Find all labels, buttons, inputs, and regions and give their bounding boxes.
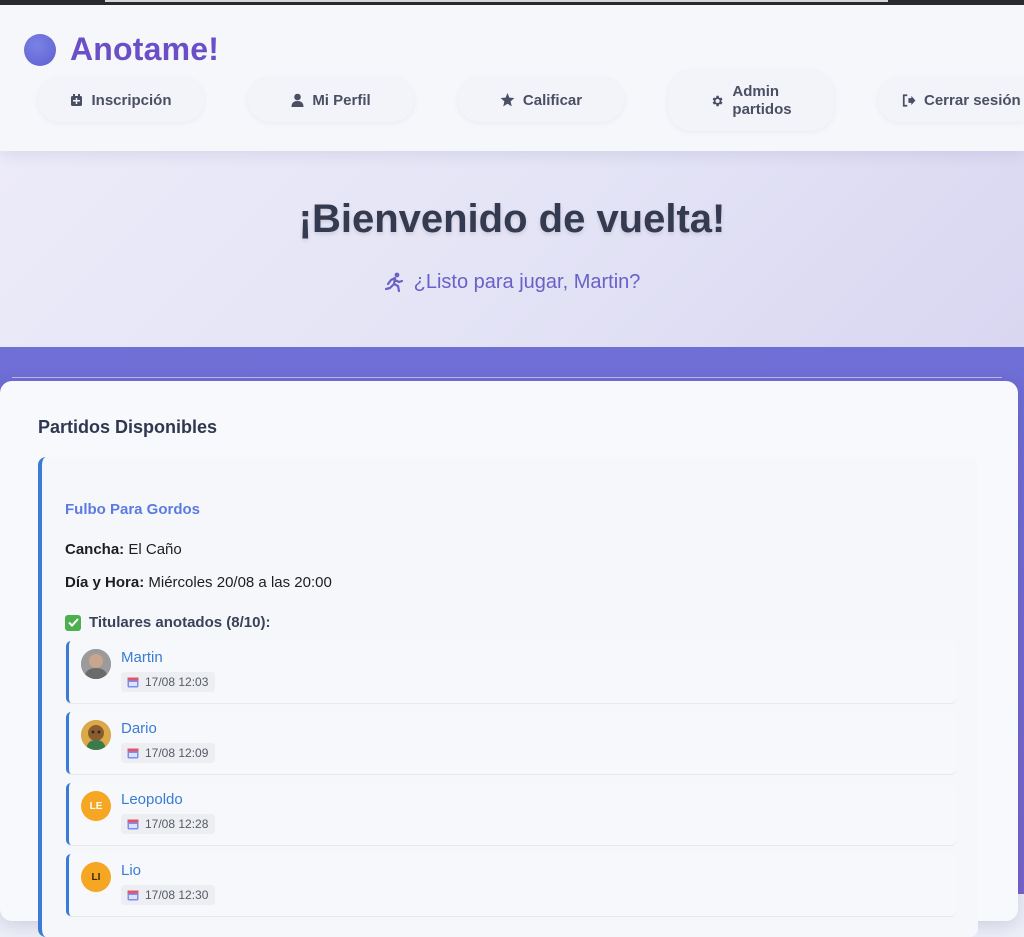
datetime-value: Miércoles 20/08 a las 20:00 bbox=[148, 574, 332, 591]
calendar-icon bbox=[71, 94, 83, 106]
user-icon bbox=[291, 93, 304, 107]
match-cancha: Cancha: El Caño bbox=[65, 541, 182, 558]
cancha-label: Cancha: bbox=[65, 541, 125, 558]
calendar-icon bbox=[127, 819, 139, 830]
star-icon bbox=[500, 93, 515, 107]
player-signup-date: 17/08 12:28 bbox=[121, 814, 216, 834]
titulares-heading: Titulares anotados (8/10): bbox=[65, 614, 270, 631]
player-name[interactable]: Dario bbox=[121, 720, 157, 737]
gear-icon bbox=[713, 95, 723, 107]
matches-panel: Partidos Disponibles Fulbo Para Gordos C… bbox=[0, 381, 1018, 937]
cancha-value: El Caño bbox=[128, 541, 182, 558]
nav-inscripcion-button[interactable]: Inscripción bbox=[38, 78, 204, 122]
player-signup-date: 17/08 12:09 bbox=[121, 743, 216, 763]
player-name[interactable]: Lio bbox=[121, 862, 141, 879]
nav-calificar-label: Calificar bbox=[522, 91, 583, 109]
running-person-icon bbox=[384, 272, 403, 292]
logout-icon bbox=[902, 93, 916, 107]
player-row[interactable]: LE Leopoldo 17/08 12:28 bbox=[66, 783, 956, 845]
app-name: Anotame! bbox=[70, 31, 220, 67]
player-row[interactable]: LI Lio 17/08 12:30 bbox=[66, 854, 956, 916]
match-card[interactable]: Fulbo Para Gordos Cancha: El Caño Día y … bbox=[38, 457, 978, 937]
player-row[interactable]: Dario 17/08 12:09 bbox=[66, 712, 956, 774]
player-signup-date: 17/08 12:03 bbox=[121, 672, 216, 692]
titulares-label: Titulares anotados (8/10): bbox=[89, 614, 271, 631]
nav-cerrar-sesion-label: Cerrar sesión bbox=[924, 91, 1021, 109]
nav-admin-line1: Admin bbox=[732, 83, 780, 100]
welcome-title: ¡Bienvenido de vuelta! bbox=[298, 197, 726, 241]
datetime-label: Día y Hora: bbox=[65, 574, 145, 591]
nav-admin-partidos-button[interactable]: Admin partidos bbox=[668, 71, 834, 131]
avatar-initials-text: LI bbox=[91, 871, 101, 883]
calendar-icon bbox=[127, 677, 139, 688]
app-header: Anotame! Inscripción Mi Perfil Calificar… bbox=[0, 5, 1024, 151]
player-name[interactable]: Martin bbox=[121, 649, 163, 666]
player-date-text: 17/08 12:28 bbox=[145, 817, 209, 831]
welcome-subtitle: ¿Listo para jugar, Martin? bbox=[0, 271, 1024, 294]
nav-mi-perfil-label: Mi Perfil bbox=[312, 91, 371, 109]
check-icon bbox=[65, 614, 81, 631]
avatar-initials: LE bbox=[81, 791, 111, 821]
divider-line bbox=[12, 377, 1002, 378]
welcome-subtitle-text: ¿Listo para jugar, Martin? bbox=[413, 271, 641, 293]
nav-calificar-button[interactable]: Calificar bbox=[458, 78, 624, 122]
nav-mi-perfil-button[interactable]: Mi Perfil bbox=[248, 78, 414, 122]
welcome-hero: ¡Bienvenido de vuelta! ¿Listo para jugar… bbox=[0, 151, 1024, 347]
player-date-text: 17/08 12:03 bbox=[145, 675, 209, 689]
logo-circle-icon bbox=[24, 33, 56, 66]
match-datetime: Día y Hora: Miércoles 20/08 a las 20:00 bbox=[65, 574, 332, 591]
avatar-photo bbox=[81, 720, 111, 750]
player-name[interactable]: Leopoldo bbox=[121, 791, 183, 808]
nav-inscripcion-label: Inscripción bbox=[91, 91, 172, 109]
calendar-icon bbox=[127, 890, 139, 901]
brand[interactable]: Anotame! bbox=[24, 31, 219, 68]
avatar-initials: LI bbox=[81, 862, 111, 892]
player-date-text: 17/08 12:30 bbox=[145, 888, 209, 902]
avatar-initials-text: LE bbox=[89, 800, 103, 812]
match-name: Fulbo Para Gordos bbox=[65, 501, 201, 518]
calendar-icon bbox=[127, 748, 139, 759]
panel-title: Partidos Disponibles bbox=[38, 417, 218, 437]
nav-cerrar-sesion-button[interactable]: Cerrar sesión bbox=[878, 78, 1024, 122]
player-row[interactable]: Martin 17/08 12:03 bbox=[66, 641, 956, 703]
player-date-text: 17/08 12:09 bbox=[145, 746, 209, 760]
avatar-photo bbox=[81, 649, 111, 679]
nav-admin-partidos-label: Admin partidos bbox=[732, 83, 791, 119]
player-signup-date: 17/08 12:30 bbox=[121, 885, 216, 905]
nav-admin-line2: partidos bbox=[732, 101, 792, 118]
browser-top-highlight bbox=[105, 0, 888, 2]
